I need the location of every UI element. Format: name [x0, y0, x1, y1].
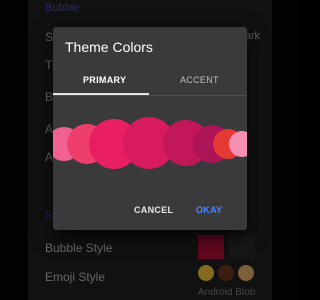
tab-selected-indicator: [53, 93, 149, 95]
dialog-title: Theme Colors: [65, 39, 153, 55]
tab-accent[interactable]: ACCENT: [180, 75, 219, 85]
dialog-actions: CANCEL OKAY: [53, 205, 247, 225]
dialog-tabs: PRIMARY ACCENT: [53, 71, 247, 96]
theme-colors-dialog: Theme Colors PRIMARY ACCENT CANCEL OKAY: [53, 27, 247, 230]
cancel-button[interactable]: CANCEL: [134, 205, 173, 215]
okay-button[interactable]: OKAY: [196, 205, 222, 215]
tab-primary[interactable]: PRIMARY: [83, 75, 126, 85]
color-swatch-strip[interactable]: [53, 117, 247, 177]
